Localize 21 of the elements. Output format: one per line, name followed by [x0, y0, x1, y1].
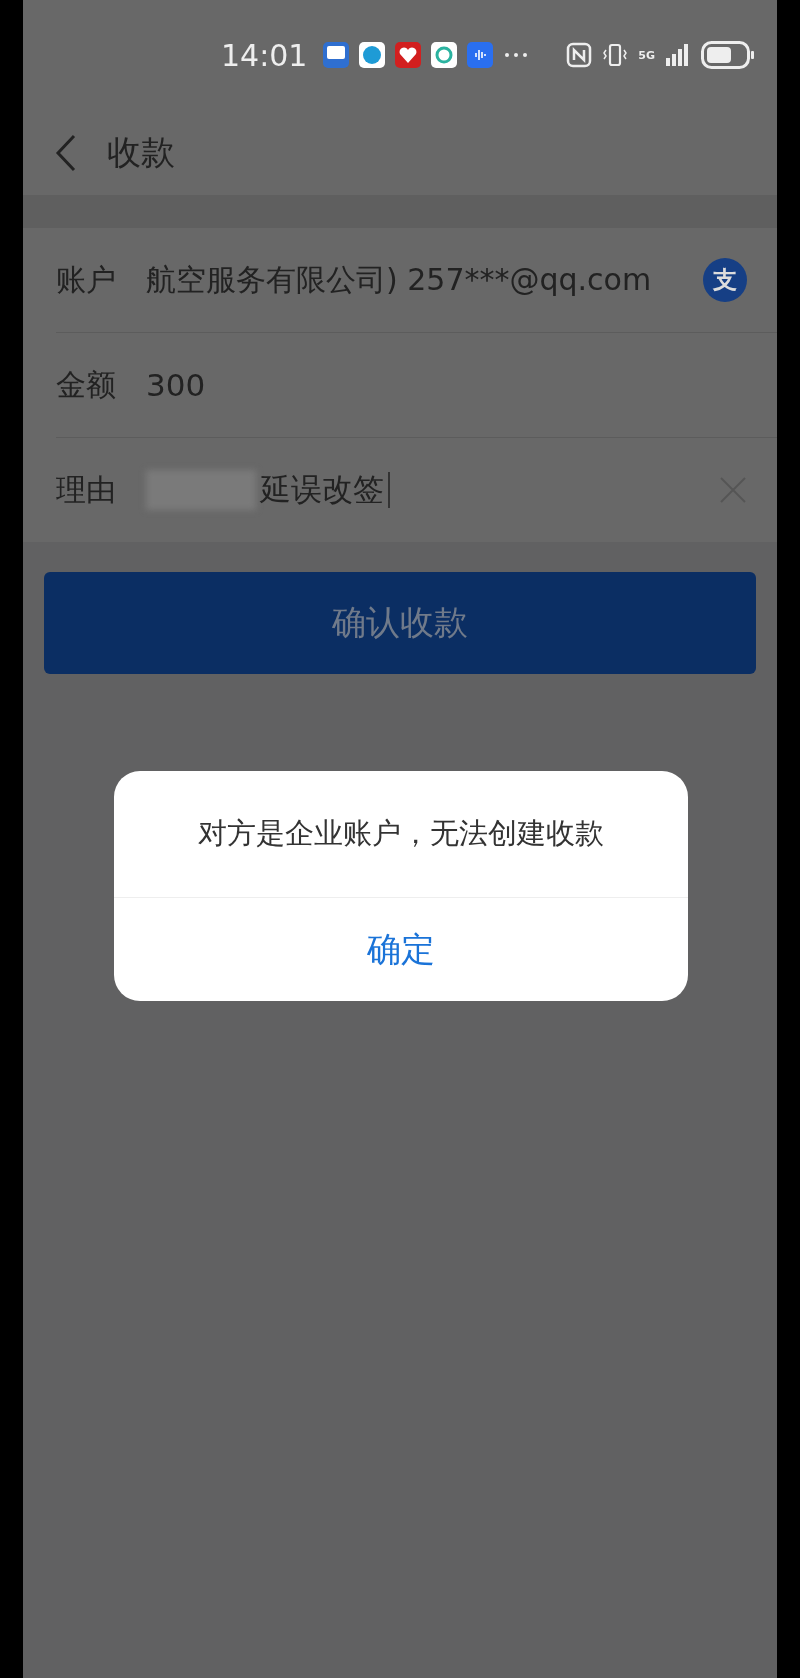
more-icon [503, 52, 530, 58]
ok-button[interactable]: 确定 [361, 925, 441, 974]
dialog-message: 对方是企业账户，无法创建收款 [198, 815, 604, 852]
reason-field[interactable]: 延误改签 [146, 469, 689, 511]
field-label: 账户 [56, 260, 116, 299]
app-icon [323, 42, 350, 68]
back-icon[interactable] [55, 133, 77, 172]
field-label: 金额 [56, 365, 116, 404]
status-time: 14:01 [221, 37, 308, 73]
signal-icon [665, 42, 691, 68]
network-type: 5G [638, 49, 655, 61]
battery-icon [701, 41, 755, 69]
page-title: 收款 [107, 130, 175, 174]
amount-value: 300 [146, 367, 207, 403]
vibrate-icon [602, 42, 629, 68]
payment-logo-icon: 支 [703, 258, 747, 302]
field-label: 理由 [56, 470, 116, 509]
account-value: 航空服务有限公司) 257***@qq.com [146, 260, 653, 299]
ring-icon [431, 42, 458, 68]
sound-wave-icon [467, 42, 494, 68]
nfc-icon [566, 42, 593, 68]
